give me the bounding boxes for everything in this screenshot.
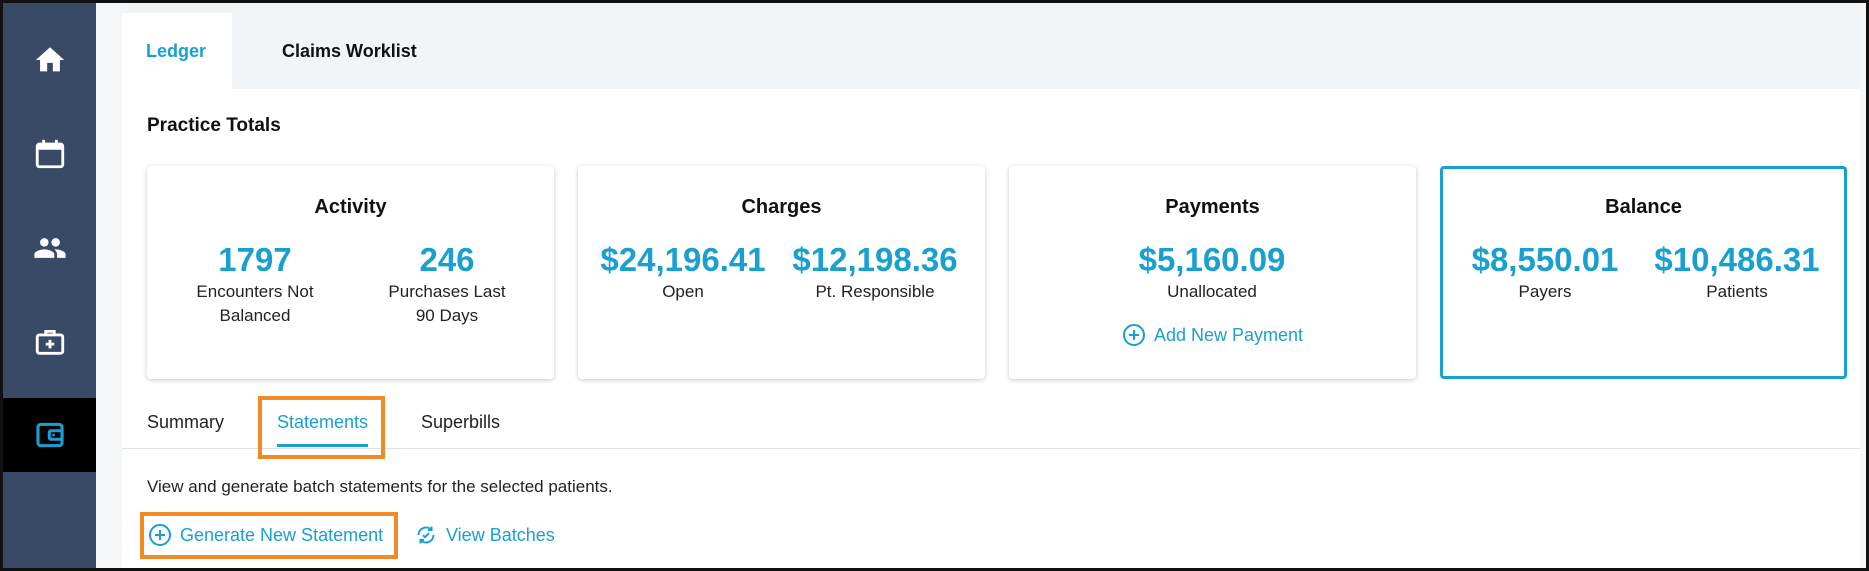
tab-claims-worklist[interactable]: Claims Worklist xyxy=(282,13,417,89)
payers-value[interactable]: $8,550.01 xyxy=(1445,241,1645,278)
sidebar-item-calendar[interactable] xyxy=(3,117,96,191)
pt-responsible-value[interactable]: $12,198.36 xyxy=(775,241,975,278)
encounters-metric: 1797 Encounters Not Balanced xyxy=(155,241,355,328)
tab-ledger[interactable]: Ledger xyxy=(122,13,232,89)
payers-metric: $8,550.01 Payers xyxy=(1445,241,1645,304)
purchases-label: Purchases Last 90 Days xyxy=(388,282,506,326)
open-charges-value[interactable]: $24,196.41 xyxy=(583,241,783,278)
activity-title: Activity xyxy=(314,196,387,218)
tab-summary[interactable]: Summary xyxy=(147,412,224,433)
sidebar-item-clinical[interactable] xyxy=(3,305,96,379)
purchases-metric: 246 Purchases Last 90 Days xyxy=(347,241,547,328)
refresh-check-icon xyxy=(417,526,435,544)
balance-card[interactable]: Balance $8,550.01 Payers $10,486.31 Pati… xyxy=(1440,166,1847,379)
view-batches-label: View Batches xyxy=(446,524,555,545)
generate-new-statement-label: Generate New Statement xyxy=(180,524,384,545)
ledger-subtabs: Summary Statements Superbills xyxy=(122,398,1860,449)
patients-value[interactable]: $10,486.31 xyxy=(1637,241,1837,278)
open-charges-metric: $24,196.41 Open xyxy=(583,241,783,304)
pt-responsible-metric: $12,198.36 Pt. Responsible xyxy=(775,241,975,304)
payers-label: Payers xyxy=(1518,282,1572,302)
activity-card: Activity 1797 Encounters Not Balanced 24… xyxy=(147,166,554,379)
encounters-value[interactable]: 1797 xyxy=(155,241,355,278)
ledger-content: Ledger Claims Worklist Practice Totals A… xyxy=(122,3,1860,568)
purchases-value[interactable]: 246 xyxy=(347,241,547,278)
encounters-label: Encounters Not Balanced xyxy=(196,282,314,326)
view-batches-button[interactable]: View Batches xyxy=(414,523,555,547)
sidebar-item-patients[interactable] xyxy=(3,211,96,285)
add-new-payment-link[interactable]: Add New Payment xyxy=(1009,323,1416,347)
tab-superbills[interactable]: Superbills xyxy=(421,412,500,433)
plus-circle-icon xyxy=(149,524,171,546)
medical-bag-icon xyxy=(35,329,64,355)
unallocated-metric: $5,160.09 Unallocated xyxy=(1112,241,1312,304)
balance-title: Balance xyxy=(1605,196,1682,218)
home-icon xyxy=(35,47,64,72)
patients-label: Patients xyxy=(1706,282,1768,302)
charges-title: Charges xyxy=(741,196,822,218)
top-tab-bar: Ledger Claims Worklist xyxy=(122,3,1860,89)
charges-card: Charges $24,196.41 Open $12,198.36 Pt. R… xyxy=(578,166,985,379)
unallocated-label: Unallocated xyxy=(1167,282,1257,302)
add-new-payment-label: Add New Payment xyxy=(1153,324,1304,345)
payments-title: Payments xyxy=(1165,196,1260,218)
tab-statements[interactable]: Statements xyxy=(277,412,369,447)
statements-description: View and generate batch statements for t… xyxy=(147,477,613,496)
payments-card: Payments $5,160.09 Unallocated Add New P… xyxy=(1009,166,1416,379)
app-window: Ledger Claims Worklist Practice Totals A… xyxy=(0,0,1869,571)
plus-circle-icon xyxy=(1122,324,1145,346)
sidebar-item-billing[interactable] xyxy=(3,398,96,472)
main-area: Ledger Claims Worklist Practice Totals A… xyxy=(96,3,1866,568)
unallocated-value[interactable]: $5,160.09 xyxy=(1112,241,1312,278)
pt-responsible-label: Pt. Responsible xyxy=(815,282,935,302)
sidebar-nav xyxy=(3,3,96,568)
generate-new-statement-button[interactable]: Generate New Statement xyxy=(148,523,383,547)
wallet-icon xyxy=(35,422,64,448)
open-charges-label: Open xyxy=(662,282,704,302)
patients-metric: $10,486.31 Patients xyxy=(1637,241,1837,304)
people-icon xyxy=(33,238,66,258)
practice-totals-title: Practice Totals xyxy=(147,115,281,136)
sidebar-item-home[interactable] xyxy=(3,23,96,97)
calendar-icon xyxy=(35,139,64,169)
